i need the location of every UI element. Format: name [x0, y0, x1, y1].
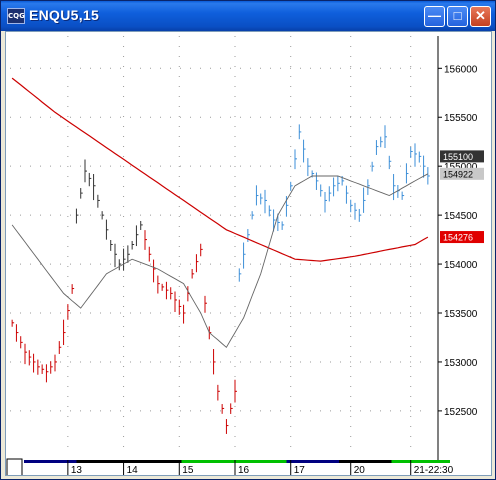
price-axis-label: 156000: [444, 64, 478, 75]
date-axis-label: 17: [294, 465, 306, 475]
date-strip-segment: [24, 460, 77, 463]
chart-area[interactable]: 152500 153000 153500 154000 154500 155000 1555…: [5, 31, 492, 476]
date-axis-label: 20: [354, 465, 366, 475]
price-chart[interactable]: 1525001530001535001540001545001550001555…: [6, 32, 491, 475]
title-bar[interactable]: CQG ENQU5,15 — □ ✕: [1, 1, 495, 31]
price-axis-label: 153000: [444, 358, 478, 369]
cqg-app-icon[interactable]: CQG: [7, 8, 25, 24]
close-button[interactable]: ✕: [470, 6, 491, 27]
date-strip-segment: [181, 460, 234, 463]
price-axis-label: 153500: [444, 309, 478, 320]
price-axis-label: 155500: [444, 113, 478, 124]
price-axis-label: 154000: [444, 260, 478, 271]
moving-average-long: [11, 77, 429, 262]
date-axis-label: 15: [182, 465, 194, 475]
minimize-icon: —: [428, 8, 441, 23]
date-strip-segment: [76, 460, 129, 463]
date-axis-label: 21-22:30: [414, 465, 454, 475]
date-axis-label: 14: [127, 465, 139, 475]
date-strip-segment: [286, 460, 339, 463]
date-strip-segment: [129, 460, 182, 463]
price-tag-label: 155100: [443, 152, 473, 162]
date-strip-segment: [442, 460, 450, 463]
maximize-icon: □: [453, 8, 462, 23]
minimize-button[interactable]: —: [424, 6, 445, 27]
date-strip-segment: [234, 460, 287, 463]
date-strip-segment: [339, 460, 392, 463]
date-strip-segment: [391, 460, 444, 463]
date-axis-label: 16: [238, 465, 250, 475]
date-axis-label: 13: [71, 465, 83, 475]
price-tag-label: 154922: [443, 169, 473, 179]
window-title: ENQU5,15: [29, 7, 100, 23]
period-selector-icon[interactable]: [6, 458, 23, 475]
moving-average-short: [11, 173, 429, 348]
price-axis-label: 152500: [444, 407, 478, 418]
chart-window: CQG ENQU5,15 — □ ✕ 152500 153000 153500 154…: [0, 0, 496, 480]
maximize-button[interactable]: □: [447, 6, 468, 27]
close-icon: ✕: [475, 8, 486, 23]
price-axis-label: 154500: [444, 211, 478, 222]
price-tag-label: 154276: [443, 233, 473, 243]
